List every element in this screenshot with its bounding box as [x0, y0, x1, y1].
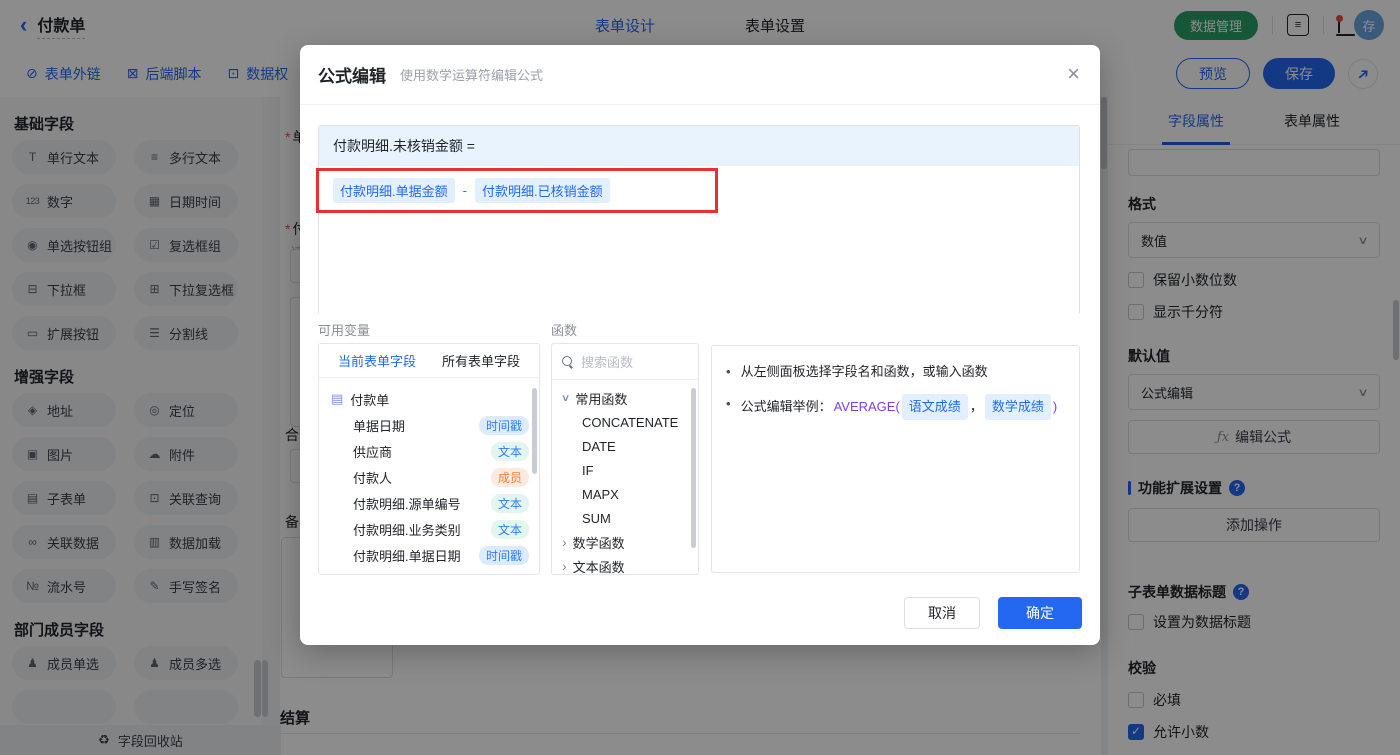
type-badge: 文本 — [490, 441, 529, 461]
modal-header: 公式编辑 使用数学运算符编辑公式 × — [300, 45, 1100, 105]
variable-row[interactable]: 付款人 成员 — [331, 464, 529, 490]
group-math-label: 数学函数 — [572, 535, 625, 551]
example-prefix: 公式编辑举例： — [740, 399, 832, 414]
variables-root-node[interactable]: ▤ 付款单 — [331, 386, 529, 412]
variable-row[interactable]: 单据日期 时间戳 — [331, 412, 529, 438]
tip-example: 公式编辑举例： AVERAGE( 语文成绩 ， 数学成绩 ) — [740, 394, 1058, 420]
variables-scrollbar[interactable] — [532, 388, 537, 474]
functions-panel: 搜索函数 ∨ 常用函数 CONCATENATE DATE IF MAPX SUM… — [551, 343, 699, 575]
modal-title: 公式编辑 — [318, 67, 386, 86]
annotation-red-box — [316, 168, 718, 213]
formula-editor-modal: 公式编辑 使用数学运算符编辑公式 × 付款明细.未核销金额 = 付款明细.单据金… — [300, 45, 1100, 645]
app-root: ‹ 付款单 表单设计 表单设置 数据管理 ≡ 存 ⊘ 表单外链 ⊠ 后端脚本 ⊡… — [0, 0, 1400, 755]
example-function-close: ) — [1052, 399, 1058, 414]
search-icon — [562, 356, 573, 367]
formula-target: 付款明细.未核销金额 = — [319, 126, 1079, 166]
tip-line-2: • 公式编辑举例： AVERAGE( 语文成绩 ， 数学成绩 ) — [726, 394, 1065, 420]
function-item-if[interactable]: IF — [562, 458, 698, 482]
chevron-right-icon: › — [562, 534, 567, 550]
function-item-sum[interactable]: SUM — [562, 506, 698, 530]
tip-text-1: 从左侧面板选择字段名和函数，或输入函数 — [740, 364, 988, 379]
example-comma: ， — [969, 399, 983, 414]
chevron-down-icon: ∨ — [560, 392, 571, 404]
group-text-functions[interactable]: › 文本函数 — [562, 554, 698, 575]
type-badge: 文本 — [490, 519, 529, 539]
formula-editor-area[interactable]: 付款明细.单据金额 - 付款明细.已核销金额 — [316, 166, 1079, 315]
type-badge: 时间戳 — [478, 415, 529, 435]
group-common-functions[interactable]: ∨ 常用函数 — [560, 386, 698, 410]
group-math-functions[interactable]: › 数学函数 — [562, 530, 698, 554]
formula-box: 付款明细.未核销金额 = 付款明细.单据金额 - 付款明细.已核销金额 — [316, 125, 1080, 315]
function-item-concatenate[interactable]: CONCATENATE — [562, 410, 698, 434]
type-badge: 文本 — [490, 493, 529, 513]
tab-current-form-fields[interactable]: 当前表单字段 — [338, 351, 416, 370]
variables-label: 可用变量 — [318, 323, 371, 338]
chevron-right-icon: › — [562, 558, 567, 574]
function-item-date[interactable]: DATE — [562, 434, 698, 458]
variable-name: 供应商 — [353, 444, 393, 460]
function-search[interactable]: 搜索函数 — [552, 344, 698, 380]
bullet-icon: • — [726, 396, 731, 411]
close-icon[interactable]: × — [1067, 63, 1080, 85]
variable-name: 付款明细.单据日期 — [353, 548, 461, 564]
tab-all-form-fields[interactable]: 所有表单字段 — [442, 351, 520, 370]
functions-label: 函数 — [551, 323, 578, 338]
example-arg-chip: 语文成绩 — [901, 394, 968, 420]
group-text-label: 文本函数 — [572, 559, 625, 575]
variables-list: ▤ 付款单 单据日期 时间戳 供应商 文本 付款人 成员 付款明细.源单编号 文… — [319, 378, 539, 568]
variable-name: 单据日期 — [353, 418, 406, 434]
type-badge: 时间戳 — [478, 545, 529, 565]
formula-target-text: 付款明细.未核销金额 = — [333, 138, 475, 154]
confirm-button[interactable]: 确定 — [998, 597, 1082, 629]
tip-line-1: • 从左侧面板选择字段名和函数，或输入函数 — [726, 362, 1065, 382]
type-badge: 成员 — [490, 467, 529, 487]
cancel-button[interactable]: 取消 — [904, 597, 980, 629]
functions-tree: ∨ 常用函数 CONCATENATE DATE IF MAPX SUM › 数学… — [552, 380, 698, 575]
variable-row[interactable]: 供应商 文本 — [331, 438, 529, 464]
modal-footer: 取消 确定 — [904, 597, 1082, 629]
document-icon: ▤ — [331, 391, 344, 406]
variable-row[interactable]: 付款明细.单据日期 时间戳 — [331, 542, 529, 568]
bullet-icon: • — [726, 364, 731, 379]
variables-panel: 当前表单字段 所有表单字段 ▤ 付款单 单据日期 时间戳 供应商 文本 付款人 — [318, 343, 540, 575]
variable-name: 付款明细.源单编号 — [353, 496, 461, 512]
functions-scrollbar[interactable] — [691, 388, 696, 548]
function-item-mapx[interactable]: MAPX — [562, 482, 698, 506]
example-function-open: AVERAGE( — [833, 399, 900, 414]
tips-panel: • 从左侧面板选择字段名和函数，或输入函数 • 公式编辑举例： AVERAGE(… — [711, 345, 1080, 573]
variable-row[interactable]: 付款明细.业务类别 文本 — [331, 516, 529, 542]
variable-name: 付款人 — [353, 470, 393, 486]
example-arg-chip: 数学成绩 — [984, 394, 1051, 420]
modal-subtitle: 使用数学运算符编辑公式 — [400, 68, 544, 83]
variable-name: 付款明细.业务类别 — [353, 522, 461, 538]
variables-root-label: 付款单 — [350, 392, 390, 408]
group-common-label: 常用函数 — [575, 391, 628, 407]
function-search-placeholder: 搜索函数 — [581, 355, 634, 370]
variables-tabs: 当前表单字段 所有表单字段 — [319, 344, 539, 378]
variable-row[interactable]: 付款明细.源单编号 文本 — [331, 490, 529, 516]
